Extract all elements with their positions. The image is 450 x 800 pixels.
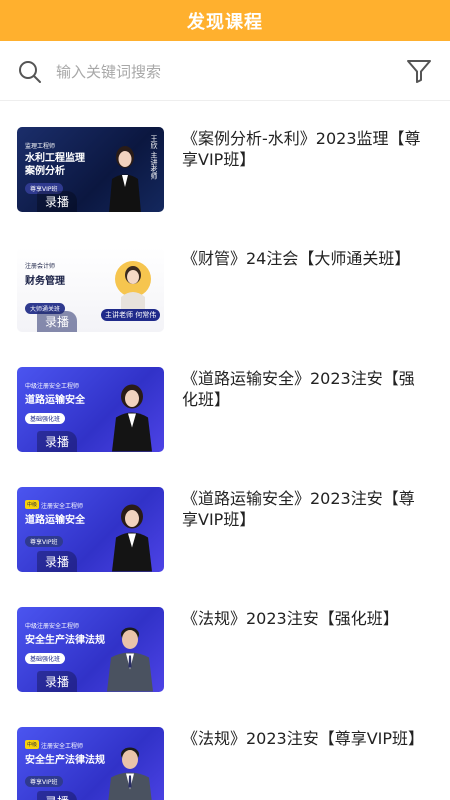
- recorded-badge: 录播: [37, 671, 78, 692]
- search-bar: [0, 41, 450, 101]
- course-title[interactable]: 《法规》2023注安【强化班】: [182, 608, 427, 629]
- course-item[interactable]: 中级注册安全工程师 道路运输安全 基础强化班 录播 《道路运输安全》2023注安…: [0, 341, 450, 461]
- thumb-top-label: 注册安全工程师: [41, 743, 84, 750]
- course-thumbnail[interactable]: 中级 注册安全工程师 安全生产法律法规 尊享VIP班 录播: [17, 727, 164, 800]
- thumb-class-pill: 基础强化班: [25, 413, 66, 424]
- thumb-title-line1: 财务管理: [25, 276, 65, 287]
- teacher-photo: [107, 627, 153, 692]
- thumb-class-pill: 尊享VIP班: [25, 776, 63, 787]
- course-title[interactable]: 《道路运输安全》2023注安【尊享VIP班】: [182, 488, 427, 530]
- thumb-title-line1: 安全生产法律法规: [25, 755, 105, 766]
- course-item[interactable]: 中级 注册安全工程师 安全生产法律法规 尊享VIP班 录播 《法规》2023注安…: [0, 701, 450, 800]
- course-list: 监理工程师 水利工程监理 案例分析 尊享VIP班 录播 王欣 主讲老师 《案例分…: [0, 101, 450, 800]
- thumb-top-label: 中级注册安全工程师: [25, 623, 80, 630]
- filter-icon[interactable]: [406, 58, 432, 84]
- search-icon[interactable]: [18, 60, 42, 84]
- recorded-badge: 录播: [37, 431, 78, 452]
- thumb-top-label: 中级注册安全工程师: [25, 383, 80, 390]
- teacher-photo: [109, 146, 141, 212]
- course-thumbnail[interactable]: 监理工程师 水利工程监理 案例分析 尊享VIP班 录播 王欣 主讲老师: [17, 127, 164, 212]
- thumb-top-label: 监理工程师: [25, 143, 56, 150]
- course-thumbnail[interactable]: 中级 注册安全工程师 道路运输安全 尊享VIP班 录播: [17, 487, 164, 572]
- app-header: 发现课程: [0, 0, 450, 41]
- thumb-teacher-name: 王欣 主讲老师: [150, 135, 158, 180]
- course-title[interactable]: 《道路运输安全》2023注安【强化班】: [182, 368, 427, 410]
- thumb-title-line1: 道路运输安全: [25, 515, 85, 526]
- thumb-title-line1: 水利工程监理: [25, 153, 85, 164]
- thumb-top-label: 注册安全工程师: [41, 503, 84, 510]
- course-item[interactable]: 中级注册安全工程师 安全生产法律法规 基础强化班 录播 《法规》2023注安【强…: [0, 581, 450, 701]
- course-thumbnail[interactable]: 注册会计师 财务管理 大师通关班 录播 主讲老师 何常伟: [17, 247, 164, 332]
- course-item[interactable]: 监理工程师 水利工程监理 案例分析 尊享VIP班 录播 王欣 主讲老师 《案例分…: [0, 101, 450, 221]
- thumb-title-line2: 案例分析: [25, 166, 65, 177]
- course-title[interactable]: 《法规》2023注安【尊享VIP班】: [182, 728, 427, 749]
- course-title[interactable]: 《案例分析-水利》2023监理【尊享VIP班】: [182, 128, 427, 170]
- search-input[interactable]: [56, 59, 356, 85]
- recorded-badge: 录播: [37, 791, 78, 800]
- teacher-photo: [115, 261, 151, 317]
- teacher-photo: [108, 747, 152, 800]
- course-thumbnail[interactable]: 中级注册安全工程师 安全生产法律法规 基础强化班 录播: [17, 607, 164, 692]
- teacher-photo: [112, 504, 152, 572]
- recorded-badge: 录播: [37, 551, 78, 572]
- teacher-name-tag: 主讲老师 何常伟: [101, 309, 161, 321]
- thumb-title-line1: 道路运输安全: [25, 395, 85, 406]
- thumb-class-pill: 尊享VIP班: [25, 536, 63, 547]
- thumb-level-tag: 中级: [25, 740, 40, 749]
- thumb-title-line1: 安全生产法律法规: [25, 635, 105, 646]
- course-thumbnail[interactable]: 中级注册安全工程师 道路运输安全 基础强化班 录播: [17, 367, 164, 452]
- thumb-top-label: 注册会计师: [25, 263, 56, 270]
- recorded-badge: 录播: [37, 191, 78, 212]
- course-title[interactable]: 《财管》24注会【大师通关班】: [182, 248, 427, 269]
- course-item[interactable]: 中级 注册安全工程师 道路运输安全 尊享VIP班 录播 《道路运输安全》2023…: [0, 461, 450, 581]
- course-item[interactable]: 注册会计师 财务管理 大师通关班 录播 主讲老师 何常伟 《财管》24注会【大师…: [0, 221, 450, 341]
- recorded-badge: 录播: [37, 311, 78, 332]
- teacher-photo: [112, 384, 152, 452]
- page-title: 发现课程: [187, 11, 263, 33]
- thumb-class-pill: 基础强化班: [25, 653, 66, 664]
- thumb-level-tag: 中级: [25, 500, 40, 509]
